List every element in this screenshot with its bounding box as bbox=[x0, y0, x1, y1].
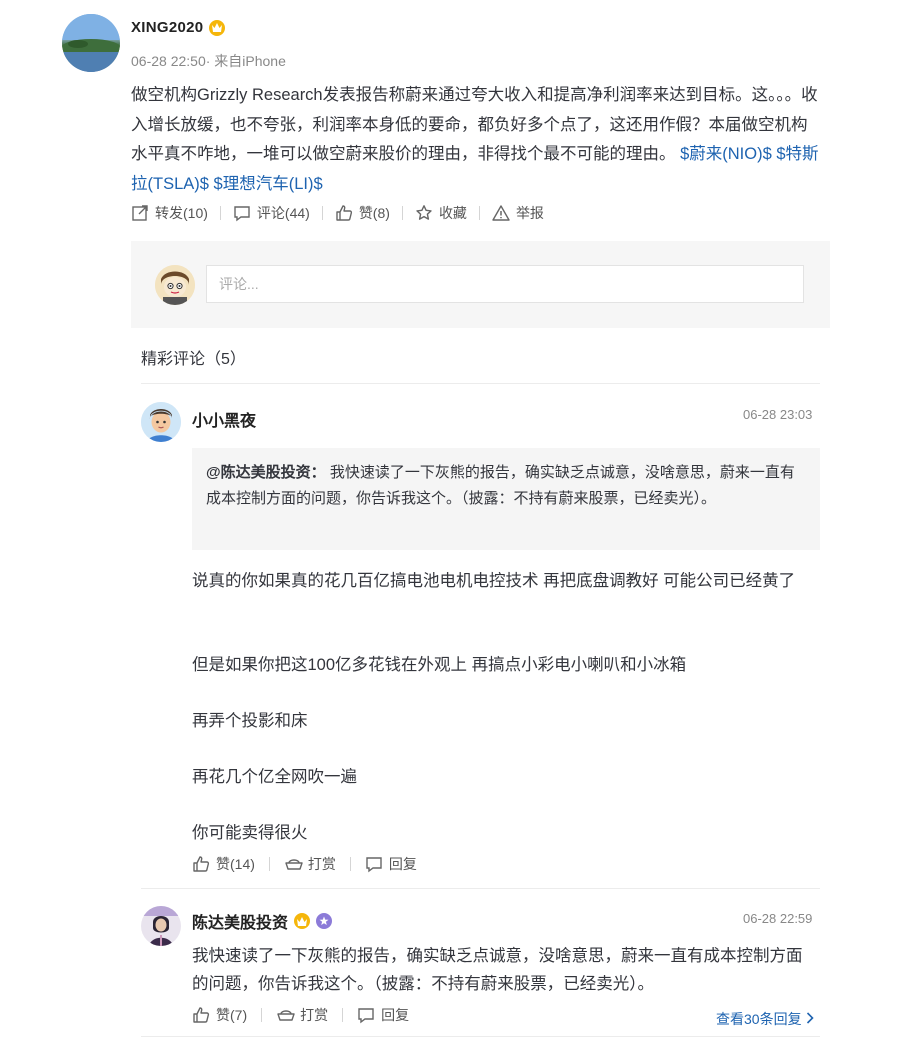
favorite-button[interactable]: 收藏 bbox=[403, 203, 479, 223]
reward-label: 打赏 bbox=[300, 1007, 329, 1023]
reward-icon bbox=[284, 855, 303, 873]
favorite-label: 收藏 bbox=[438, 205, 467, 221]
like-label: 赞(8) bbox=[358, 205, 390, 221]
report-label: 举报 bbox=[515, 205, 544, 221]
report-button[interactable]: 举报 bbox=[480, 203, 556, 223]
reward-label: 打赏 bbox=[307, 856, 336, 872]
view-replies-label: 查看30条回复 bbox=[716, 1011, 802, 1027]
like-icon bbox=[192, 855, 210, 873]
reward-button[interactable]: 打赏 bbox=[270, 854, 350, 874]
star-icon bbox=[415, 204, 433, 222]
repost-label: 转发(10) bbox=[155, 205, 208, 221]
repost-icon bbox=[131, 204, 149, 222]
view-replies-link[interactable]: 查看30条回复 bbox=[716, 1009, 814, 1029]
author-name[interactable]: XING2020 bbox=[131, 19, 203, 36]
comment-time: 06-28 23:03 bbox=[743, 407, 813, 422]
reply-button[interactable]: 回复 bbox=[343, 1005, 423, 1025]
comment-paragraph: 说真的你如果真的花几百亿搞电池电机电控技术 再把底盘调教好 可能公司已经黄了 bbox=[192, 572, 796, 590]
reply-label: 回复 bbox=[381, 1007, 410, 1023]
comment-time: 06-28 22:59 bbox=[743, 911, 813, 926]
reply-icon bbox=[365, 855, 383, 873]
divider bbox=[141, 888, 820, 889]
like-label: 赞(7) bbox=[216, 1007, 248, 1023]
like-label: 赞(14) bbox=[216, 856, 255, 872]
commenter-name[interactable]: 陈达美股投资 bbox=[192, 909, 288, 933]
like-icon bbox=[192, 1006, 210, 1024]
reply-label: 回复 bbox=[388, 856, 417, 872]
comment-actions: 赞(7) 打赏 回复 bbox=[192, 1005, 423, 1025]
quoted-comment: @陈达美股投资： 我快速读了一下灰熊的报告，确实缺乏点诚意，没啥意思，蔚来一直有… bbox=[192, 448, 820, 550]
reward-icon bbox=[276, 1006, 295, 1024]
reply-button[interactable]: 回复 bbox=[351, 854, 431, 874]
hot-comments-title: 精彩评论（5） bbox=[141, 351, 246, 368]
divider bbox=[141, 1036, 820, 1037]
verified-badge-icon bbox=[316, 913, 333, 929]
chevron-right-icon bbox=[806, 1011, 814, 1027]
comment-paragraph: 再花几个亿全网吹一遍 bbox=[192, 768, 357, 786]
commenter-name-row: 陈达美股投资 bbox=[192, 909, 333, 933]
comment-icon bbox=[233, 204, 251, 222]
post-meta: 06-28 22:50· 来自iPhone bbox=[131, 53, 286, 69]
comment-actions: 赞(14) 打赏 回复 bbox=[192, 854, 431, 874]
comment-paragraph: 但是如果你把这100亿多花钱在外观上 再搞点小彩电小喇叭和小冰箱 bbox=[192, 656, 687, 674]
divider bbox=[141, 383, 820, 384]
post-actions: 转发(10) 评论(44) 赞(8) 收藏 举报 bbox=[131, 203, 556, 223]
comment-paragraph: 再弄个投影和床 bbox=[192, 712, 308, 730]
post-body: 做空机构Grizzly Research发表报告称蔚来通过夸大收入和提高净利润率… bbox=[131, 81, 821, 199]
commenter-name[interactable]: 小小黑夜 bbox=[192, 407, 256, 431]
reward-button[interactable]: 打赏 bbox=[262, 1005, 342, 1025]
repost-button[interactable]: 转发(10) bbox=[131, 203, 220, 223]
comment-input[interactable] bbox=[206, 265, 804, 303]
stock-tag-nio[interactable]: $蔚来(NIO)$ bbox=[680, 145, 772, 163]
comment-label: 评论(44) bbox=[256, 205, 310, 221]
stock-tag-li[interactable]: $理想汽车(LI)$ bbox=[214, 175, 323, 193]
comment-text: 我快速读了一下灰熊的报告，确实缺乏点诚意，没啥意思，蔚来一直有成本控制方面的问题… bbox=[192, 947, 803, 993]
comment-like-button[interactable]: 赞(7) bbox=[192, 1005, 261, 1025]
crown-icon bbox=[209, 19, 226, 36]
page: XING2020 06-28 22:50· 来自iPhone 做空机构Grizz… bbox=[0, 0, 898, 1041]
warning-icon bbox=[492, 204, 510, 222]
crown-icon bbox=[294, 913, 311, 929]
quote-author[interactable]: @陈达美股投资： bbox=[206, 464, 326, 481]
reply-icon bbox=[357, 1006, 375, 1024]
comment-button[interactable]: 评论(44) bbox=[221, 203, 322, 223]
current-user-avatar bbox=[155, 265, 195, 305]
author-row: XING2020 bbox=[131, 19, 226, 36]
commenter-avatar[interactable] bbox=[141, 906, 181, 946]
like-icon bbox=[335, 204, 353, 222]
like-button[interactable]: 赞(8) bbox=[323, 203, 402, 223]
commenter-avatar[interactable] bbox=[141, 402, 181, 442]
comment-like-button[interactable]: 赞(14) bbox=[192, 854, 269, 874]
comment-paragraph: 你可能卖得很火 bbox=[192, 824, 308, 842]
author-avatar[interactable] bbox=[62, 14, 120, 72]
comment-composer bbox=[131, 241, 830, 328]
